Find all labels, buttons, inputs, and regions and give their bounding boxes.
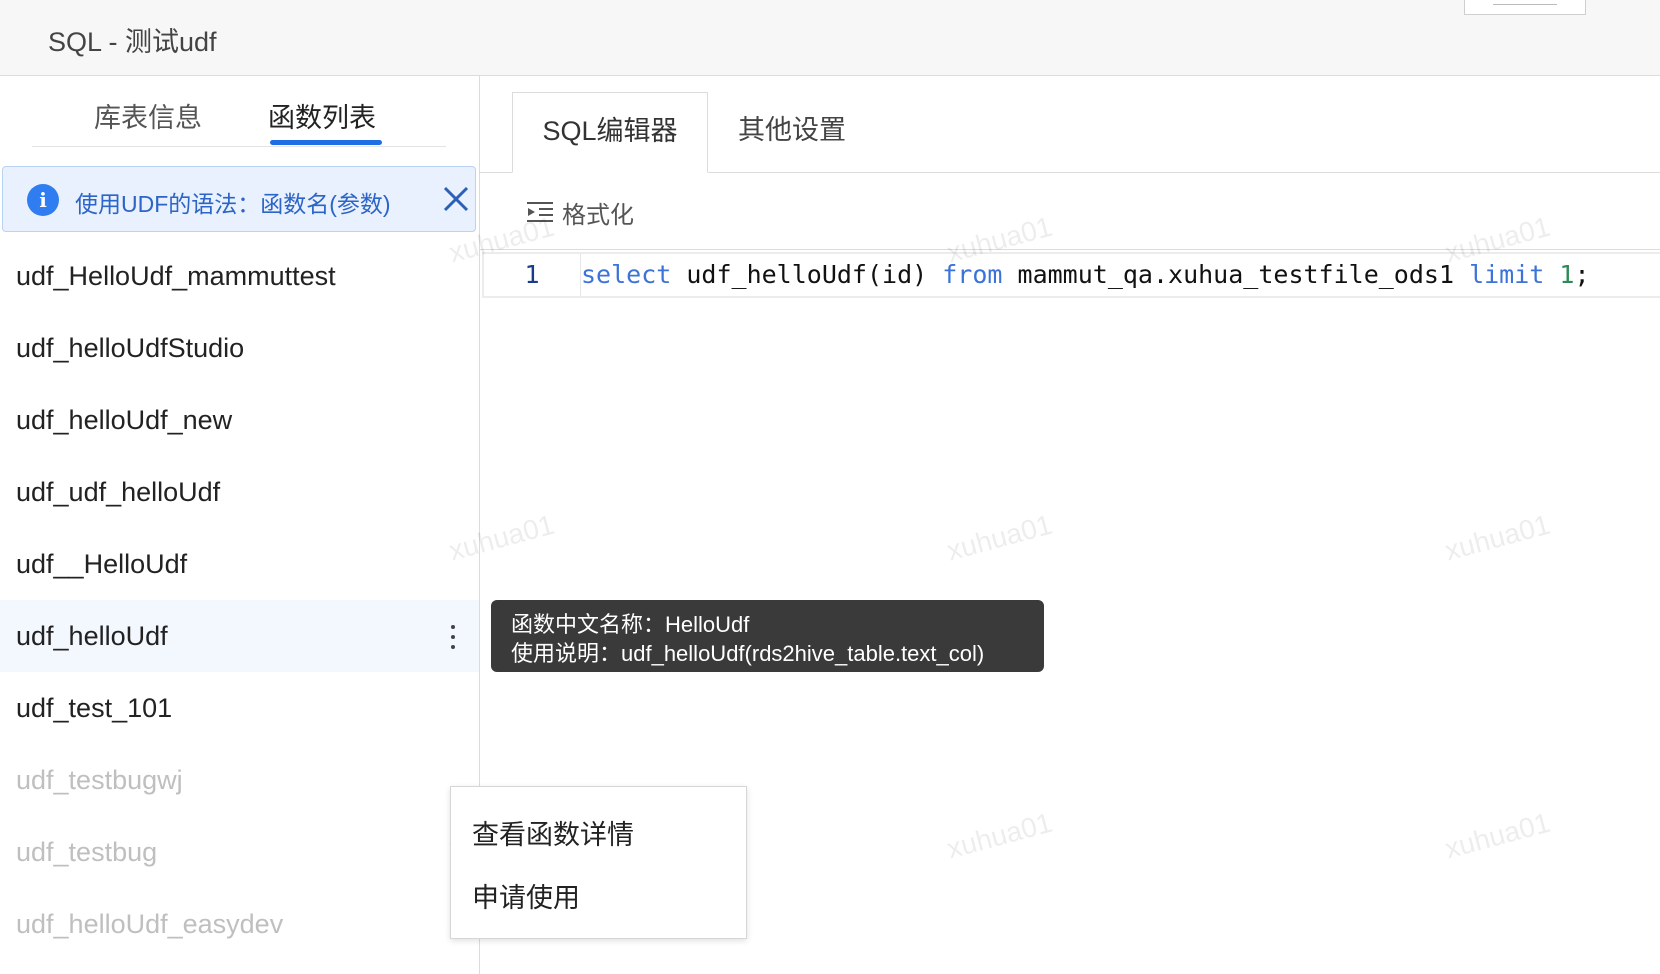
function-context-menu: 查看函数详情 申请使用 [450, 786, 747, 939]
format-indent-icon [527, 202, 553, 222]
function-list: udf_HelloUdf_mammuttest udf_helloUdfStud… [0, 240, 479, 960]
window-header: SQL - 测试udf [0, 0, 1660, 76]
page-title: SQL - 测试udf [48, 27, 217, 57]
tooltip-usage: 使用说明：udf_helloUdf(rds2hive_table.text_co… [511, 641, 985, 666]
function-tooltip: 函数中文名称：HelloUdf 使用说明：udf_helloUdf(rds2hi… [491, 600, 1044, 672]
function-name: udf_HelloUdf_mammuttest [16, 261, 336, 291]
format-label: 格式化 [562, 201, 634, 229]
function-item-disabled[interactable]: udf_testbug [0, 816, 479, 888]
menu-item-apply-use[interactable]: 申请使用 [472, 876, 580, 915]
function-name: udf_helloUdf [16, 621, 168, 651]
function-item[interactable]: udf_helloUdfStudio [0, 312, 479, 384]
function-name: udf__HelloUdf [16, 549, 188, 579]
function-item[interactable]: udf_test_101 [0, 672, 479, 744]
function-item[interactable]: udf_helloUdf_new [0, 384, 479, 456]
code-table-name: mammut_qa.xuhua_testfile_ods1 [1002, 260, 1470, 289]
close-icon[interactable] [439, 181, 473, 217]
menu-item-view-details[interactable]: 查看函数详情 [472, 813, 634, 852]
line-number: 1 [524, 260, 540, 289]
function-name: udf_testbugwj [16, 765, 183, 795]
function-name: udf_testbug [16, 837, 158, 867]
function-name: udf_udf_helloUdf [16, 477, 221, 507]
top-right-control[interactable] [1464, 0, 1586, 15]
more-vertical-icon[interactable] [443, 622, 463, 652]
function-name: udf_test_101 [16, 693, 173, 723]
code-text[interactable]: select udf_helloUdf(id) from mammut_qa.x… [580, 254, 1590, 296]
keyword-select: select [581, 260, 672, 289]
function-name: udf_helloUdf_easydev [16, 909, 284, 939]
syntax-alert: i 使用UDF的语法：函数名(参数) [2, 166, 476, 232]
code-function-call: udf_helloUdf(id) [671, 260, 943, 289]
code-semicolon: ; [1574, 260, 1590, 289]
code-line[interactable]: 1 select udf_helloUdf(id) from mammut_qa… [482, 252, 1660, 298]
tab-sql-editor[interactable]: SQL编辑器 [512, 92, 708, 173]
editor-toolbar: 格式化 [480, 173, 1660, 250]
function-item[interactable]: udf__HelloUdf [0, 528, 479, 600]
function-item-selected[interactable]: udf_helloUdf [0, 600, 479, 672]
format-button[interactable]: 格式化 [526, 195, 634, 229]
left-tabs: 库表信息 函数列表 [32, 76, 446, 147]
function-item-disabled[interactable]: udf_helloUdf_easydev [0, 888, 479, 960]
function-name: udf_helloUdf_new [16, 405, 233, 435]
tab-function-list[interactable]: 函数列表 [268, 96, 376, 135]
function-item[interactable]: udf_HelloUdf_mammuttest [0, 240, 479, 312]
info-icon: i [27, 184, 59, 216]
tooltip-chinese-name: 函数中文名称：HelloUdf [511, 612, 750, 637]
keyword-from: from [942, 260, 1003, 289]
alert-text: 使用UDF的语法：函数名(参数) [75, 191, 391, 217]
editor-tabs: SQL编辑器 其他设置 [480, 76, 1660, 173]
tab-other-settings[interactable]: 其他设置 [738, 92, 846, 172]
function-item[interactable]: udf_udf_helloUdf [0, 456, 479, 528]
code-number: 1 [1559, 260, 1575, 289]
left-panel: 库表信息 函数列表 i 使用UDF的语法：函数名(参数) udf_HelloUd… [0, 76, 480, 974]
function-item-disabled[interactable]: udf_testbugwj [0, 744, 479, 816]
tab-table-info[interactable]: 库表信息 [94, 96, 202, 135]
function-name: udf_helloUdfStudio [16, 333, 245, 363]
keyword-limit: limit [1469, 260, 1545, 289]
active-tab-indicator [270, 140, 382, 145]
